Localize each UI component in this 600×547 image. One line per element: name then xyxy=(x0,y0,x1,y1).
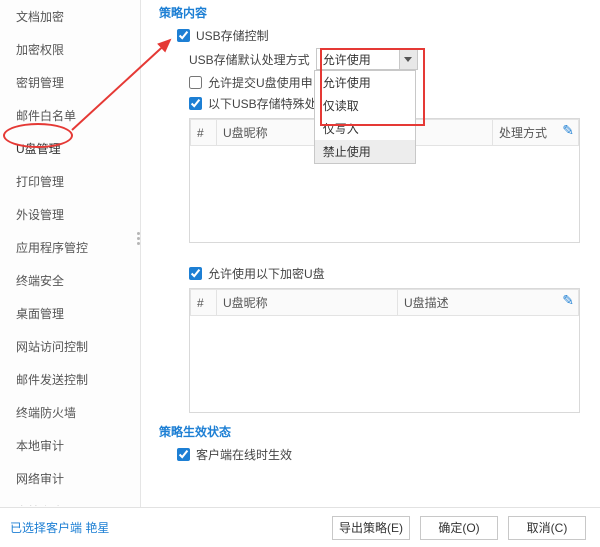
selected-client-label: 已选择客户端 艳星 xyxy=(10,519,109,536)
allow-submit-label: 允许提交U盘使用申 xyxy=(208,74,313,91)
dropdown-option[interactable]: 禁止使用 xyxy=(315,140,415,163)
chevron-down-icon[interactable] xyxy=(399,49,417,69)
dropdown-option[interactable]: 仅读取 xyxy=(315,94,415,117)
special-handle-checkbox[interactable] xyxy=(189,97,202,110)
cancel-button[interactable]: 取消(C) xyxy=(508,516,586,540)
default-handle-select[interactable]: 允许使用 允许使用仅读取仅写入禁止使用 xyxy=(314,48,418,70)
table-header: U盘描述 xyxy=(398,290,579,316)
sidebar-item[interactable]: 终端安全 xyxy=(0,264,140,297)
sidebar: 文档加密加密权限密钥管理邮件白名单U盘管理打印管理外设管理应用程序管控终端安全桌… xyxy=(0,0,140,547)
online-effect-checkbox[interactable] xyxy=(177,448,190,461)
sidebar-item[interactable]: 邮件白名单 xyxy=(0,99,140,132)
sidebar-item[interactable]: 本地审计 xyxy=(0,429,140,462)
section-title-strategy: 策略内容 xyxy=(159,4,588,21)
online-effect-label: 客户端在线时生效 xyxy=(196,446,292,463)
sidebar-item[interactable]: U盘管理 xyxy=(0,132,140,165)
table-header: # xyxy=(191,290,217,316)
main-panel: 策略内容 USB存储控制 USB存储默认处理方式 允许使用 允许使用仅读取仅写入… xyxy=(141,0,600,547)
sidebar-item[interactable]: 应用程序管控 xyxy=(0,231,140,264)
allow-encrypted-label: 允许使用以下加密U盘 xyxy=(208,265,325,282)
table-header: # xyxy=(191,120,217,146)
dropdown-option[interactable]: 仅写入 xyxy=(315,117,415,140)
encrypted-usb-table-wrap: ✎ #U盘昵称U盘描述 xyxy=(189,288,580,413)
allow-submit-checkbox[interactable] xyxy=(189,76,202,89)
sidebar-item[interactable]: 打印管理 xyxy=(0,165,140,198)
default-handle-label: USB存储默认处理方式 xyxy=(189,51,310,68)
sidebar-item[interactable]: 网站访问控制 xyxy=(0,330,140,363)
edit-icon[interactable]: ✎ xyxy=(562,122,574,139)
footer-bar: 已选择客户端 艳星 导出策略(E) 确定(O) 取消(C) xyxy=(0,507,600,547)
special-handle-label: 以下USB存储特殊处 xyxy=(208,95,317,112)
encrypted-usb-table: #U盘昵称U盘描述 xyxy=(190,289,579,316)
dropdown-option[interactable]: 允许使用 xyxy=(315,71,415,94)
divider-handle[interactable] xyxy=(137,232,140,245)
export-button[interactable]: 导出策略(E) xyxy=(332,516,410,540)
ok-button[interactable]: 确定(O) xyxy=(420,516,498,540)
sidebar-item[interactable]: 文档加密 xyxy=(0,0,140,33)
sidebar-item[interactable]: 密钥管理 xyxy=(0,66,140,99)
section-title-effect: 策略生效状态 xyxy=(159,423,588,440)
usb-control-checkbox[interactable] xyxy=(177,29,190,42)
sidebar-item[interactable]: 桌面管理 xyxy=(0,297,140,330)
sidebar-item[interactable]: 加密权限 xyxy=(0,33,140,66)
allow-encrypted-checkbox[interactable] xyxy=(189,267,202,280)
encrypted-usb-table-body xyxy=(190,316,579,412)
sidebar-item[interactable]: 邮件发送控制 xyxy=(0,363,140,396)
default-handle-selected: 允许使用 xyxy=(323,51,371,68)
default-handle-dropdown[interactable]: 允许使用仅读取仅写入禁止使用 xyxy=(314,70,416,164)
sidebar-item[interactable]: 文档安全 xyxy=(0,495,140,506)
edit-icon[interactable]: ✎ xyxy=(562,292,574,309)
table-header: U盘昵称 xyxy=(217,290,398,316)
sidebar-item[interactable]: 网络审计 xyxy=(0,462,140,495)
usb-control-label: USB存储控制 xyxy=(196,27,269,44)
sidebar-item[interactable]: 终端防火墙 xyxy=(0,396,140,429)
sidebar-item[interactable]: 外设管理 xyxy=(0,198,140,231)
